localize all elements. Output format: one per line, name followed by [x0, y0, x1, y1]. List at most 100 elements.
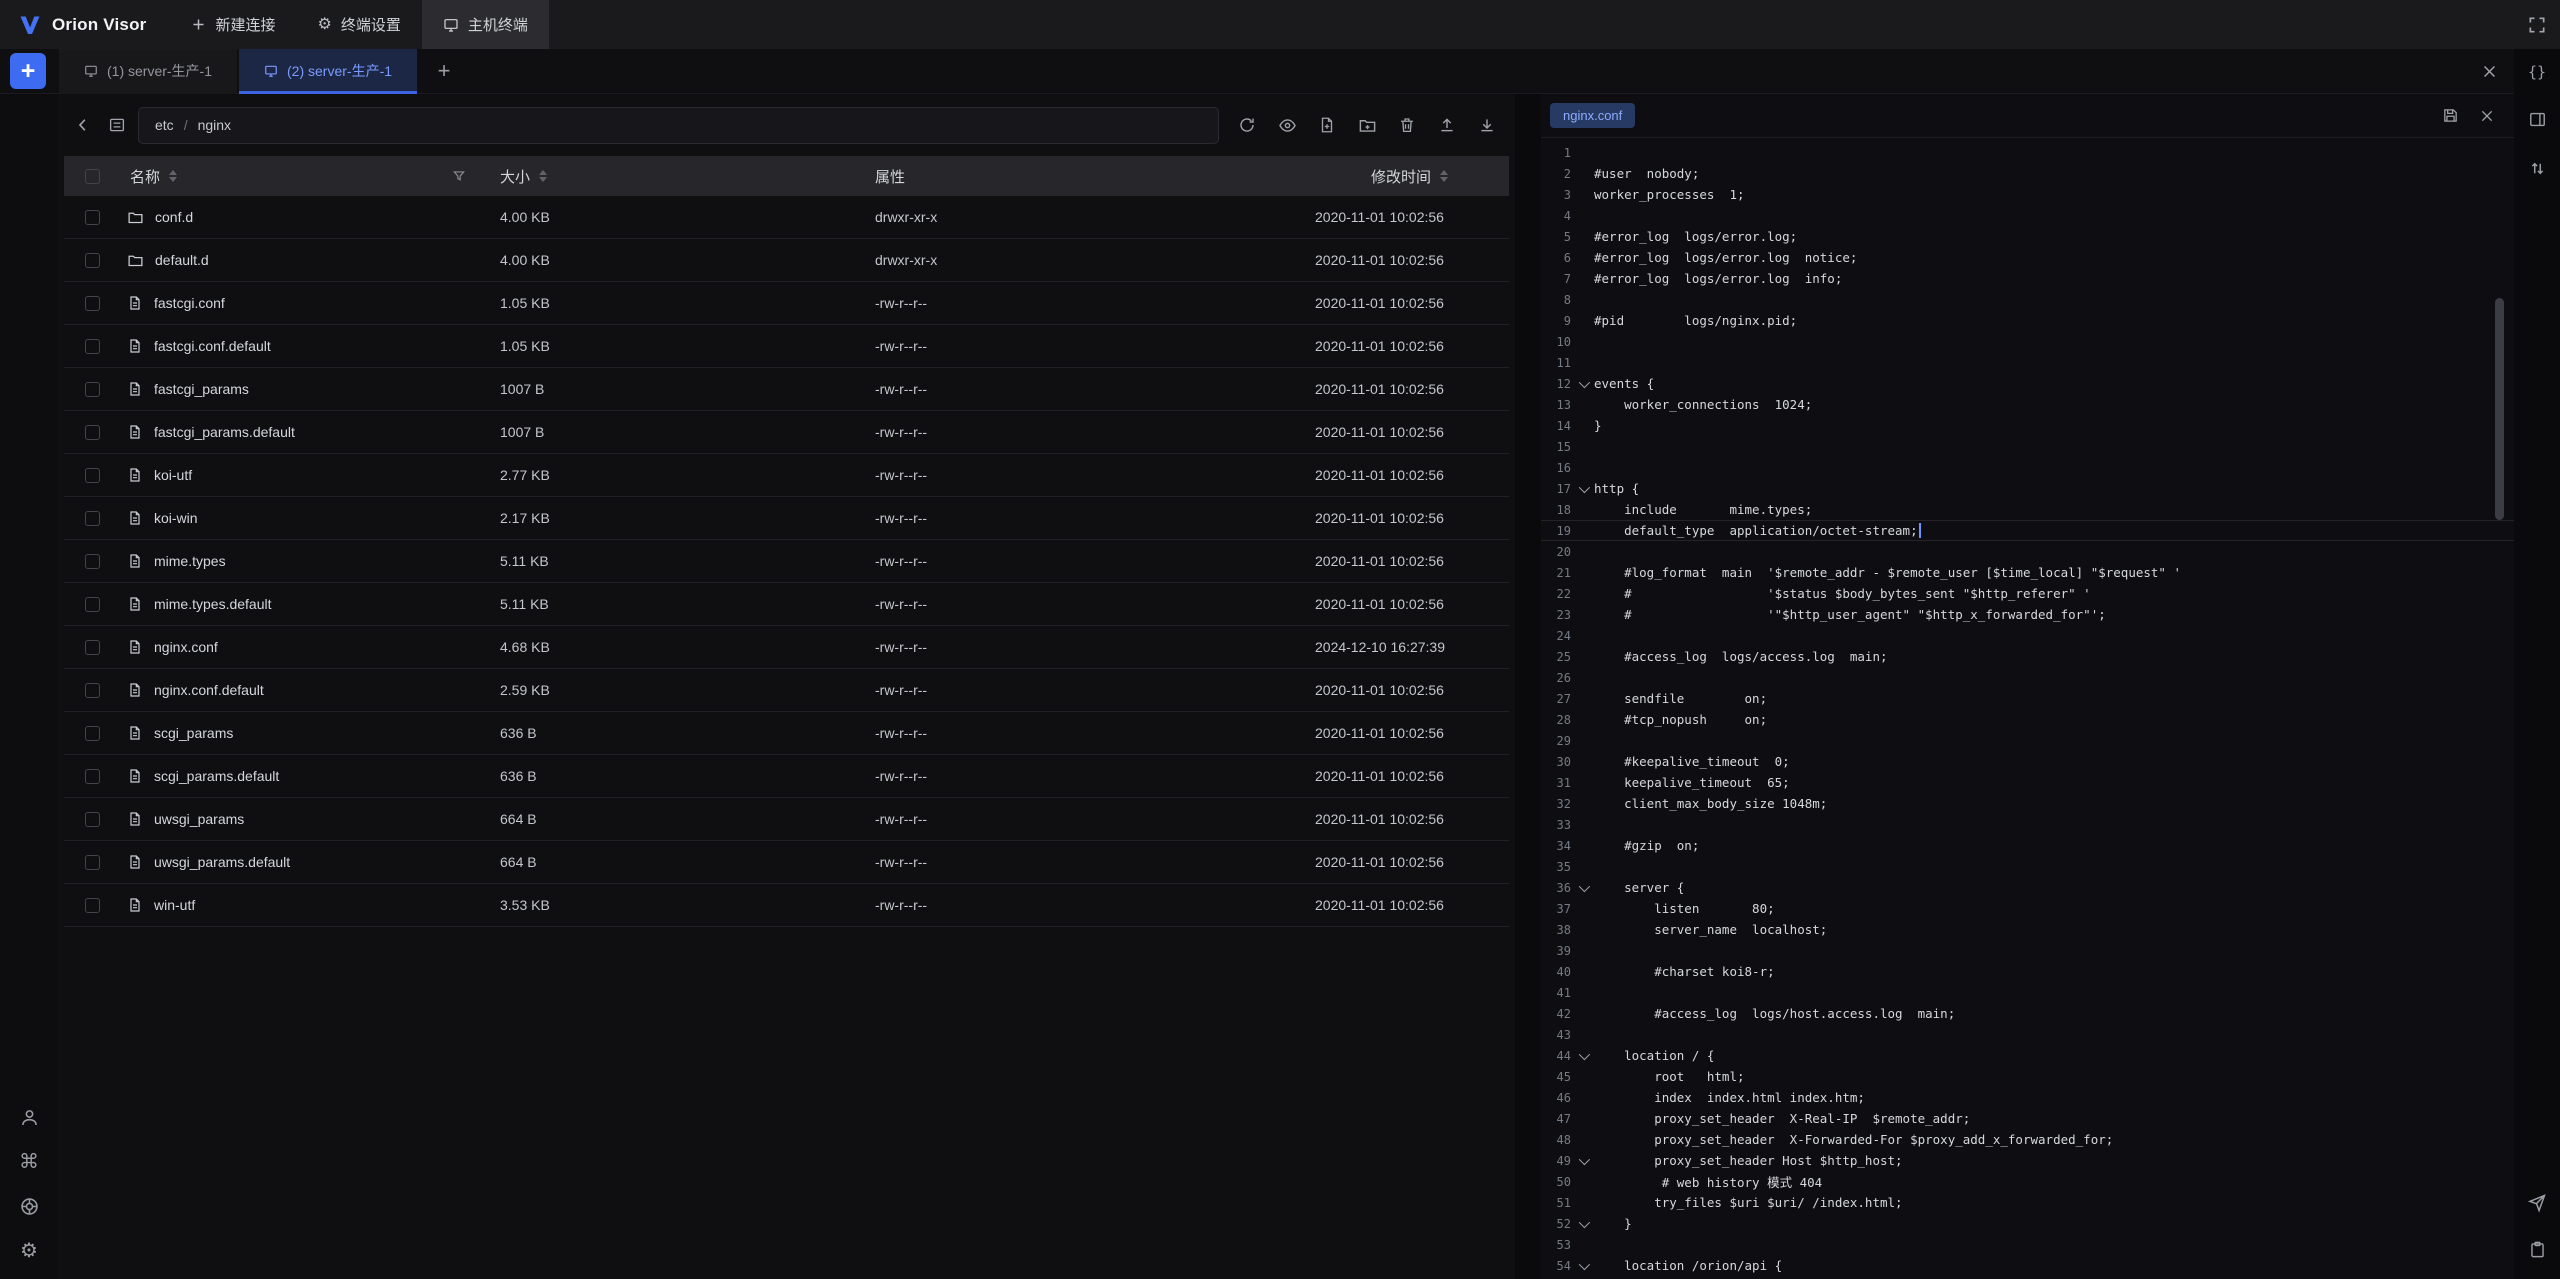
row-checkbox[interactable]	[85, 253, 100, 268]
fold-chevron-icon[interactable]	[1571, 877, 1594, 898]
snippets-button[interactable]: {}	[2514, 57, 2560, 87]
code-line[interactable]: 33	[1541, 814, 2514, 835]
code-line[interactable]: 37 listen 80;	[1541, 898, 2514, 919]
fullscreen-button[interactable]	[2527, 15, 2547, 35]
code-line[interactable]: 45 root html;	[1541, 1066, 2514, 1087]
row-checkbox[interactable]	[85, 769, 100, 784]
code-line[interactable]: 20	[1541, 541, 2514, 562]
code-line[interactable]: 21 #log_format main '$remote_addr - $rem…	[1541, 562, 2514, 583]
filter-icon[interactable]	[452, 169, 466, 183]
code-line[interactable]: 18 include mime.types;	[1541, 499, 2514, 520]
code-line[interactable]: 26	[1541, 667, 2514, 688]
row-checkbox[interactable]	[85, 640, 100, 655]
code-editor[interactable]: 12#user nobody;3worker_processes 1;45#er…	[1541, 139, 2514, 1279]
file-row[interactable]: mime.types 5.11 KB -rw-r--r-- 2020-11-01…	[64, 540, 1509, 583]
column-header-size[interactable]: 大小	[500, 166, 530, 187]
code-line[interactable]: 24	[1541, 625, 2514, 646]
file-name[interactable]: koi-win	[154, 510, 198, 526]
code-line[interactable]: 11	[1541, 352, 2514, 373]
code-line[interactable]: 39	[1541, 940, 2514, 961]
file-row[interactable]: default.d 4.00 KB drwxr-xr-x 2020-11-01 …	[64, 239, 1509, 282]
back-button[interactable]	[66, 108, 100, 142]
row-checkbox[interactable]	[85, 597, 100, 612]
add-tab-button[interactable]: +	[427, 54, 461, 88]
row-checkbox[interactable]	[85, 726, 100, 741]
file-row[interactable]: fastcgi.conf 1.05 KB -rw-r--r-- 2020-11-…	[64, 282, 1509, 325]
row-checkbox[interactable]	[85, 425, 100, 440]
file-row[interactable]: fastcgi.conf.default 1.05 KB -rw-r--r-- …	[64, 325, 1509, 368]
tab-server-2-active[interactable]: (2) server-生产-1	[239, 49, 417, 94]
upload-button[interactable]	[1431, 110, 1463, 140]
file-name[interactable]: fastcgi_params	[154, 381, 249, 397]
code-line[interactable]: 53	[1541, 1234, 2514, 1255]
sftp-panel-button[interactable]	[2514, 104, 2560, 134]
fold-chevron-icon[interactable]	[1571, 373, 1594, 394]
code-line[interactable]: 1	[1541, 142, 2514, 163]
editor-scrollbar-thumb[interactable]	[2495, 298, 2504, 520]
code-line[interactable]: 41	[1541, 982, 2514, 1003]
row-checkbox[interactable]	[85, 812, 100, 827]
row-checkbox[interactable]	[85, 339, 100, 354]
code-line[interactable]: 35	[1541, 856, 2514, 877]
file-row[interactable]: conf.d 4.00 KB drwxr-xr-x 2020-11-01 10:…	[64, 196, 1509, 239]
code-line[interactable]: 5#error_log logs/error.log;	[1541, 226, 2514, 247]
clipboard-button[interactable]	[2514, 1234, 2560, 1264]
code-line[interactable]: 30 #keepalive_timeout 0;	[1541, 751, 2514, 772]
new-file-button[interactable]	[1311, 110, 1343, 140]
menu-item-new-connection[interactable]: 新建连接	[170, 0, 296, 49]
file-row[interactable]: win-utf 3.53 KB -rw-r--r-- 2020-11-01 10…	[64, 884, 1509, 927]
support-button[interactable]	[19, 1196, 40, 1217]
code-line[interactable]: 28 #tcp_nopush on;	[1541, 709, 2514, 730]
file-name[interactable]: mime.types	[154, 553, 226, 569]
file-name[interactable]: uwsgi_params	[154, 811, 244, 827]
row-checkbox[interactable]	[85, 683, 100, 698]
file-name[interactable]: fastcgi.conf.default	[154, 338, 271, 354]
file-name[interactable]: scgi_params	[154, 725, 233, 741]
code-line[interactable]: 19 default_type application/octet-stream…	[1541, 520, 2514, 541]
code-line[interactable]: 8	[1541, 289, 2514, 310]
new-connection-button[interactable]: +	[10, 53, 46, 89]
code-line[interactable]: 27 sendfile on;	[1541, 688, 2514, 709]
menu-item-host-terminal[interactable]: 主机终端	[422, 0, 549, 49]
file-row[interactable]: uwsgi_params.default 664 B -rw-r--r-- 20…	[64, 841, 1509, 884]
code-line[interactable]: 43	[1541, 1024, 2514, 1045]
file-name[interactable]: mime.types.default	[154, 596, 272, 612]
code-line[interactable]: 16	[1541, 457, 2514, 478]
file-row[interactable]: koi-win 2.17 KB -rw-r--r-- 2020-11-01 10…	[64, 497, 1509, 540]
fold-chevron-icon[interactable]	[1571, 1213, 1594, 1234]
file-name[interactable]: conf.d	[155, 209, 193, 225]
code-line[interactable]: 32 client_max_body_size 1048m;	[1541, 793, 2514, 814]
download-button[interactable]	[1471, 110, 1503, 140]
code-line[interactable]: 34 #gzip on;	[1541, 835, 2514, 856]
column-header-name[interactable]: 名称	[130, 166, 160, 187]
code-line[interactable]: 29	[1541, 730, 2514, 751]
select-all-checkbox[interactable]	[85, 169, 100, 184]
user-button[interactable]	[19, 1107, 40, 1128]
file-row[interactable]: fastcgi_params 1007 B -rw-r--r-- 2020-11…	[64, 368, 1509, 411]
code-line[interactable]: 4	[1541, 205, 2514, 226]
preview-button[interactable]	[1271, 110, 1303, 140]
row-checkbox[interactable]	[85, 210, 100, 225]
refresh-button[interactable]	[1231, 110, 1263, 140]
code-line[interactable]: 44 location / {	[1541, 1045, 2514, 1066]
transfer-list-button[interactable]	[2514, 153, 2560, 183]
code-line[interactable]: 40 #charset koi8-r;	[1541, 961, 2514, 982]
file-row[interactable]: scgi_params.default 636 B -rw-r--r-- 202…	[64, 755, 1509, 798]
code-line[interactable]: 42 #access_log logs/host.access.log main…	[1541, 1003, 2514, 1024]
code-line[interactable]: 2#user nobody;	[1541, 163, 2514, 184]
file-name[interactable]: nginx.conf.default	[154, 682, 264, 698]
row-checkbox[interactable]	[85, 898, 100, 913]
code-line[interactable]: 52 }	[1541, 1213, 2514, 1234]
file-name[interactable]: fastcgi.conf	[154, 295, 225, 311]
file-name[interactable]: koi-utf	[154, 467, 192, 483]
file-name[interactable]: scgi_params.default	[154, 768, 279, 784]
file-row[interactable]: mime.types.default 5.11 KB -rw-r--r-- 20…	[64, 583, 1509, 626]
code-line[interactable]: 22 # '$status $body_bytes_sent "$http_re…	[1541, 583, 2514, 604]
code-line[interactable]: 49 proxy_set_header Host $http_host;	[1541, 1150, 2514, 1171]
code-line[interactable]: 7#error_log logs/error.log info;	[1541, 268, 2514, 289]
file-name[interactable]: uwsgi_params.default	[154, 854, 290, 870]
code-line[interactable]: 31 keepalive_timeout 65;	[1541, 772, 2514, 793]
file-row[interactable]: uwsgi_params 664 B -rw-r--r-- 2020-11-01…	[64, 798, 1509, 841]
code-line[interactable]: 10	[1541, 331, 2514, 352]
tab-server-1[interactable]: (1) server-生产-1	[59, 49, 237, 94]
